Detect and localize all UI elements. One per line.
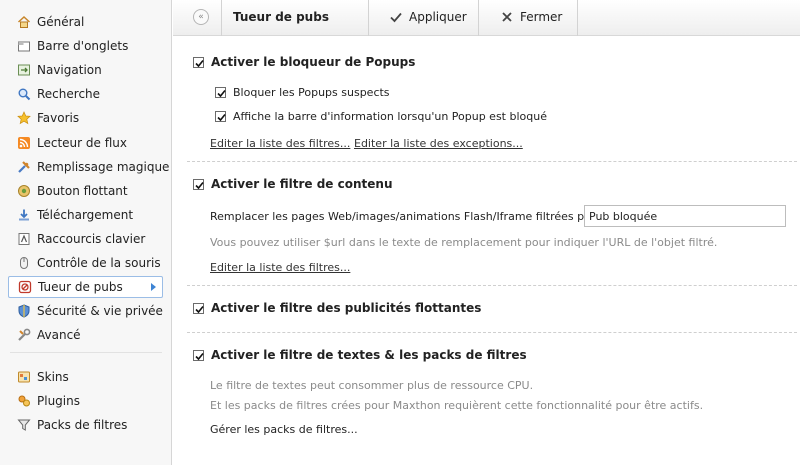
home-icon <box>16 14 32 30</box>
sidebar-divider <box>10 352 162 353</box>
check-icon <box>389 10 403 24</box>
sidebar-item-label: Remplissage magique <box>37 160 170 174</box>
sidebar-item-label: Sécurité & vie privée <box>37 304 163 318</box>
content-filter-checkbox[interactable] <box>193 179 204 190</box>
sidebar-item-label: Recherche <box>37 87 101 101</box>
manage-filter-packs-link[interactable]: Gérer les packs de filtres... <box>210 423 358 436</box>
edit-content-filters-link[interactable]: Editer la liste des filtres... <box>210 261 350 274</box>
section-divider <box>187 161 797 162</box>
sidebar-item-skins[interactable]: Skins <box>8 366 163 388</box>
sidebar-item-label: Tueur de pubs <box>38 280 123 294</box>
sidebar-item-wrench[interactable]: Avancé <box>8 324 163 346</box>
star-icon <box>16 110 32 126</box>
navigation-icon <box>16 62 32 78</box>
sidebar-item-label: Contrôle de la souris <box>37 256 161 270</box>
section-divider <box>187 285 797 286</box>
sidebar-item-download[interactable]: Téléchargement <box>8 204 163 226</box>
floating-ads-filter-title: Activer le filtre des publicités flottan… <box>211 301 482 315</box>
content-filter-title: Activer le filtre de contenu <box>211 177 393 191</box>
sidebar-item-ad-killer[interactable]: Tueur de pubs <box>8 276 163 298</box>
replacement-text-input[interactable] <box>584 205 786 227</box>
sidebar-item-label: Téléchargement <box>37 208 134 222</box>
sidebar-item-label: Skins <box>37 370 69 384</box>
popup-blocker-title: Activer le bloqueur de Popups <box>211 55 416 69</box>
active-arrow-icon <box>151 283 156 291</box>
sidebar-item-mouse[interactable]: Contrôle de la souris <box>8 252 163 274</box>
tabs-icon <box>16 38 32 54</box>
checkmark-icon <box>195 352 204 361</box>
floating-button-icon <box>16 183 32 199</box>
shield-icon <box>16 303 32 319</box>
text-filter-checkbox[interactable] <box>193 350 204 361</box>
toolbar-separator <box>221 0 222 36</box>
sidebar-item-label: Favoris <box>37 111 80 125</box>
sidebar-item-home[interactable]: Général <box>8 11 163 33</box>
text-filter-note-2: Et les packs de filtres crées pour Maxth… <box>210 399 704 412</box>
sidebar-item-search[interactable]: Recherche <box>8 83 163 105</box>
sidebar-item-label: Packs de filtres <box>37 418 128 432</box>
apply-label: Appliquer <box>409 10 467 24</box>
sidebar-item-label: Général <box>37 15 85 29</box>
mouse-icon <box>16 255 32 271</box>
popup-blocker-checkbox[interactable] <box>193 57 204 68</box>
floating-ads-filter-checkbox[interactable] <box>193 303 204 314</box>
checkmark-icon <box>217 89 226 98</box>
toolbar-separator <box>577 0 578 36</box>
sidebar-item-label: Bouton flottant <box>37 184 128 198</box>
checkmark-icon <box>217 113 226 122</box>
plugins-icon <box>16 393 32 409</box>
section-divider <box>187 332 797 333</box>
sidebar-item-rss[interactable]: Lecteur de flux <box>8 132 163 154</box>
close-label: Fermer <box>520 10 563 24</box>
sidebar-item-label: Navigation <box>37 63 102 77</box>
settings-content: Activer le bloqueur de Popups Bloquer le… <box>173 37 800 465</box>
edit-popup-filters-link[interactable]: Editer la liste des filtres... <box>210 137 350 150</box>
block-suspect-popups-label: Bloquer les Popups suspects <box>233 86 390 99</box>
checkmark-icon <box>195 59 204 68</box>
sidebar-item-star[interactable]: Favoris <box>8 107 163 129</box>
search-icon <box>16 86 32 102</box>
show-info-bar-label: Affiche la barre d'information lorsqu'un… <box>233 110 547 123</box>
toolbar-separator <box>478 0 479 36</box>
back-button[interactable]: « <box>193 9 209 25</box>
checkmark-icon <box>195 305 204 314</box>
sidebar-item-keyboard[interactable]: Raccourcis clavier <box>8 228 163 250</box>
text-filter-note-1: Le filtre de textes peut consommer plus … <box>210 379 534 392</box>
sidebar-item-label: Lecteur de flux <box>37 136 127 150</box>
page-title: Tueur de pubs <box>233 10 329 24</box>
sidebar-item-navigation[interactable]: Navigation <box>8 59 163 81</box>
sidebar-item-label: Avancé <box>37 328 81 342</box>
sidebar-item-label: Barre d'onglets <box>37 39 129 53</box>
skins-icon <box>16 369 32 385</box>
download-icon <box>16 207 32 223</box>
sidebar-item-label: Raccourcis clavier <box>37 232 146 246</box>
tools-icon <box>16 159 32 175</box>
keyboard-icon <box>16 231 32 247</box>
close-button[interactable]: Fermer <box>500 10 562 24</box>
text-filter-title: Activer le filtre de textes & les packs … <box>211 348 527 362</box>
filter-icon <box>16 417 32 433</box>
edit-popup-exceptions-link[interactable]: Editer la liste des exceptions... <box>354 137 523 150</box>
close-icon <box>500 10 514 24</box>
replace-label: Remplacer les pages Web/images/animation… <box>210 210 603 223</box>
checkmark-icon <box>195 181 204 190</box>
settings-sidebar: Général Barre d'onglets Navigation Recherch… <box>0 0 172 465</box>
show-info-bar-checkbox[interactable] <box>215 111 226 122</box>
apply-button[interactable]: Appliquer <box>389 10 467 24</box>
sidebar-item-shield[interactable]: Sécurité & vie privée <box>8 300 163 322</box>
back-icon: « <box>198 12 204 22</box>
sidebar-item-tabs[interactable]: Barre d'onglets <box>8 35 163 57</box>
block-suspect-popups-checkbox[interactable] <box>215 87 226 98</box>
sidebar-item-filter[interactable]: Packs de filtres <box>8 414 163 436</box>
rss-icon <box>16 135 32 151</box>
toolbar: « Tueur de pubs Appliquer Fermer <box>173 0 800 36</box>
sidebar-item-floating-button[interactable]: Bouton flottant <box>8 180 163 202</box>
wrench-icon <box>16 327 32 343</box>
sidebar-item-tools[interactable]: Remplissage magique <box>8 156 169 178</box>
sidebar-item-plugins[interactable]: Plugins <box>8 390 163 412</box>
replacement-hint: Vous pouvez utiliser $url dans le texte … <box>210 236 718 249</box>
ad-killer-icon <box>17 279 33 295</box>
toolbar-separator <box>368 0 369 36</box>
sidebar-item-label: Plugins <box>37 394 80 408</box>
